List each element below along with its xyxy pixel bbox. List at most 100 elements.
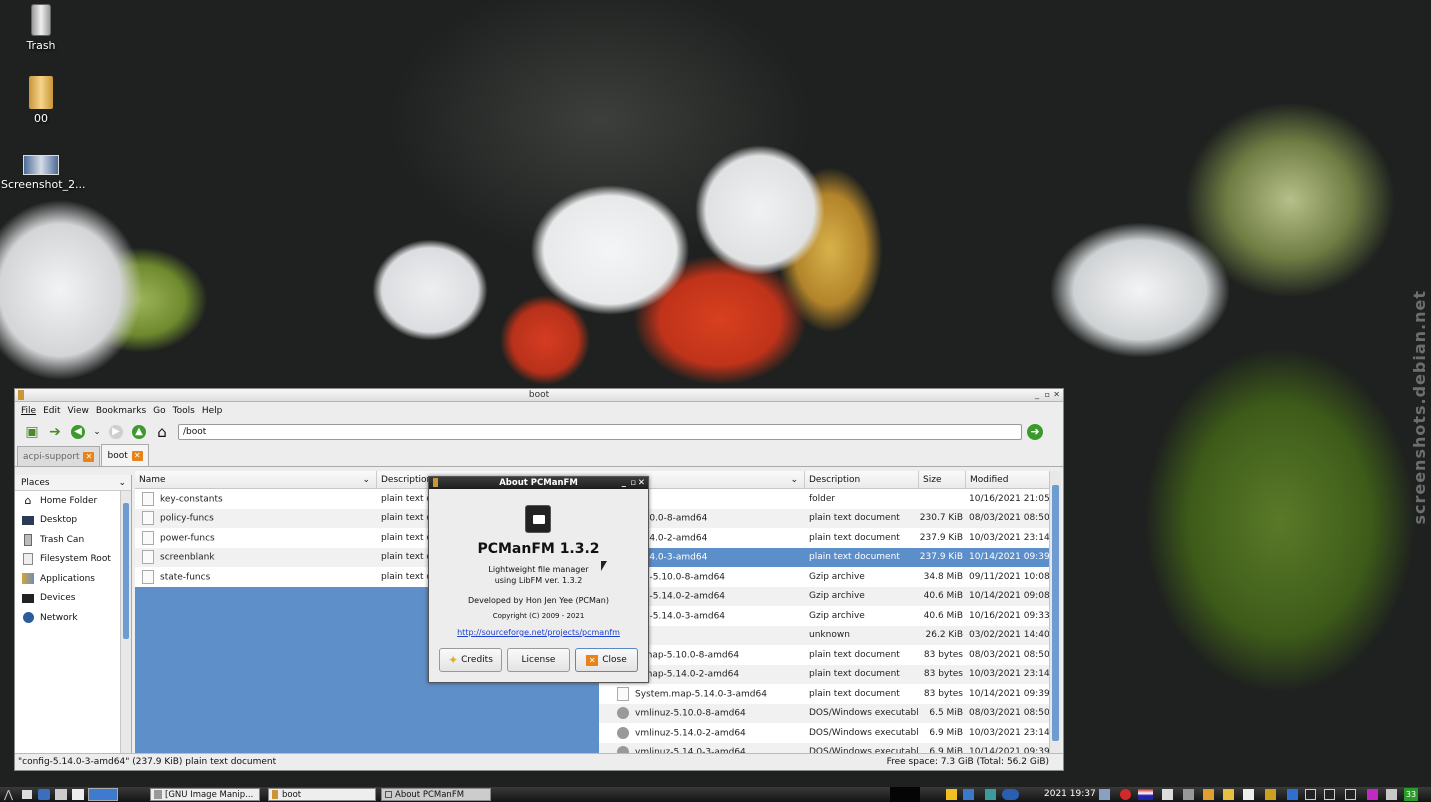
workspace-counter[interactable]: 33 xyxy=(1404,788,1418,801)
workspace-switcher[interactable] xyxy=(88,788,118,801)
column-size[interactable]: Size xyxy=(919,471,966,488)
tray-icon[interactable] xyxy=(985,789,996,800)
menu-view[interactable]: View xyxy=(68,406,89,416)
table-row[interactable]: 5.14.0-2-amd64 plain text document 237.9 K… xyxy=(599,528,1049,548)
sidebar-item-network[interactable]: Network xyxy=(15,608,131,628)
table-row[interactable]: mg-5.14.0-2-amd64 Gzip archive 40.6 MiB 10/… xyxy=(599,586,1049,606)
maximize-icon[interactable]: ▫ xyxy=(630,477,636,489)
text-file-icon xyxy=(142,511,154,526)
file-manager-icon[interactable] xyxy=(38,789,50,800)
table-row[interactable]: n.map-5.10.0-8-amd64 plain text document 8… xyxy=(599,645,1049,665)
forward-icon[interactable]: ▶ xyxy=(107,423,125,441)
tray-icon[interactable] xyxy=(1183,789,1194,800)
task-boot[interactable]: boot xyxy=(268,788,376,801)
browser-icon[interactable] xyxy=(72,789,84,800)
menu-edit[interactable]: Edit xyxy=(43,406,60,416)
start-menu-icon[interactable]: ⋀ xyxy=(4,788,13,801)
terminal-icon[interactable] xyxy=(1324,789,1335,800)
minimize-all-icon[interactable] xyxy=(22,790,32,799)
hp-icon[interactable] xyxy=(1002,789,1019,800)
website-link[interactable]: http://sourceforge.net/projects/pcmanfm xyxy=(429,628,648,637)
credits-button[interactable]: ✦ Credits xyxy=(439,648,502,672)
menu-file[interactable]: File xyxy=(21,406,36,416)
power-icon[interactable] xyxy=(1120,789,1131,800)
table-row[interactable]: mg-5.10.0-8-amd64 Gzip archive 34.8 MiB 09/… xyxy=(599,567,1049,587)
tray-icon[interactable] xyxy=(1386,789,1397,800)
terminal-icon[interactable] xyxy=(55,789,67,800)
tray-icon[interactable] xyxy=(963,789,974,800)
sidebar-item-label: Devices xyxy=(40,593,76,604)
table-row[interactable]: vmlinuz-5.10.0-8-amd64 DOS/Windows execut… xyxy=(599,703,1049,723)
table-row[interactable]: vmlinuz-5.14.0-2-amd64 DOS/Windows execut… xyxy=(599,723,1049,743)
license-button[interactable]: License xyxy=(507,648,570,672)
table-row[interactable]: iskunknown26.2 KiB03/02/2021 14:40 xyxy=(599,625,1049,645)
close-button[interactable]: ✕ Close xyxy=(575,648,638,672)
sidebar-item-filesystem[interactable]: Filesystem Root xyxy=(15,550,131,570)
places-header[interactable]: Places ⌄ xyxy=(15,475,131,491)
table-row[interactable]: n.map-5.14.0-2-amd64 plain text document 8… xyxy=(599,664,1049,684)
home-icon[interactable]: ⌂ xyxy=(153,423,171,441)
task-about-pcmanfm[interactable]: About PCManFM xyxy=(381,788,491,801)
xorg-icon[interactable] xyxy=(1367,789,1378,800)
file-modified: 10/16/2021 21:05 xyxy=(969,493,1049,504)
scrollbar-thumb[interactable] xyxy=(123,503,129,639)
sidebar-item-home[interactable]: ⌂ Home Folder xyxy=(15,491,131,511)
chevron-down-icon[interactable]: ⌄ xyxy=(118,478,126,488)
history-dropdown-icon[interactable]: ⌄ xyxy=(92,423,102,441)
file-scrollbar[interactable] xyxy=(1049,471,1061,755)
column-description[interactable]: Description xyxy=(805,471,919,488)
table-row[interactable]: 5.10.0-8-amd64 plain text document 230.7 K… xyxy=(599,508,1049,528)
scrollbar-thumb[interactable] xyxy=(1052,485,1059,741)
table-row[interactable]: 5.14.0-3-amd64 plain text document 237.9 K… xyxy=(599,547,1049,567)
go-icon[interactable]: ➜ xyxy=(1026,423,1044,441)
table-row[interactable]: System.map-5.14.0-3-amd64 plain text docu… xyxy=(599,684,1049,704)
tray-icon[interactable] xyxy=(1099,789,1110,800)
window-titlebar[interactable]: boot _ ▫ ✕ xyxy=(15,389,1063,402)
dialog-titlebar[interactable]: About PCManFM _ ▫ ✕ xyxy=(429,477,648,489)
tray-icon[interactable] xyxy=(946,789,957,800)
tray-icon[interactable] xyxy=(1265,789,1276,800)
desktop-icon-screenshot[interactable]: Screenshot_2... xyxy=(1,155,86,191)
close-tab-icon[interactable]: ✕ xyxy=(131,450,143,461)
desktop-icon-folder-00[interactable]: 00 xyxy=(1,76,81,125)
menu-tools[interactable]: Tools xyxy=(173,406,195,416)
minimize-icon[interactable]: _ xyxy=(1035,389,1039,401)
tray-icon[interactable] xyxy=(1203,789,1214,800)
clock[interactable]: 2021 19:37 xyxy=(1044,789,1096,799)
table-row[interactable]: mg-5.14.0-3-amd64 Gzip archive 40.6 MiB 10/… xyxy=(599,606,1049,626)
terminal-icon[interactable] xyxy=(1305,789,1316,800)
tab-acpi-support[interactable]: acpi-support ✕ xyxy=(17,446,101,466)
menu-bookmarks[interactable]: Bookmarks xyxy=(96,406,146,416)
tab-boot[interactable]: boot ✕ xyxy=(101,444,149,466)
back-icon[interactable]: ◀ xyxy=(69,423,87,441)
tray-icon[interactable] xyxy=(1223,789,1234,800)
places-scrollbar[interactable] xyxy=(120,491,131,755)
sidebar-item-applications[interactable]: Applications xyxy=(15,569,131,589)
tray-icon[interactable] xyxy=(1243,789,1254,800)
new-window-icon[interactable]: ➔ xyxy=(46,423,64,441)
close-tab-icon[interactable]: ✕ xyxy=(83,451,95,462)
new-tab-icon[interactable]: ▣ xyxy=(23,423,41,441)
menu-go[interactable]: Go xyxy=(153,406,165,416)
sidebar-item-devices[interactable]: Devices xyxy=(15,589,131,609)
up-icon[interactable]: ▲ xyxy=(130,423,148,441)
sidebar-item-trash[interactable]: Trash Can xyxy=(15,530,131,550)
task-gimp[interactable]: [GNU Image Manip... xyxy=(150,788,260,801)
table-row[interactable]: vmlinuz-5.14.0-3-amd64 DOS/Windows execut… xyxy=(599,742,1049,753)
close-icon[interactable]: ✕ xyxy=(1053,389,1060,401)
flag-icon[interactable] xyxy=(1138,789,1153,800)
minimize-icon[interactable]: _ xyxy=(622,477,626,489)
column-name[interactable]: Name ⌄ xyxy=(135,471,377,488)
menu-help[interactable]: Help xyxy=(202,406,223,416)
maximize-icon[interactable]: ▫ xyxy=(1045,389,1050,401)
tray-icon[interactable] xyxy=(1162,789,1173,800)
path-input[interactable]: /boot xyxy=(178,424,1022,440)
close-icon[interactable]: ✕ xyxy=(638,477,645,489)
file-modified: 08/03/2021 08:50 xyxy=(969,649,1049,660)
desktop-icon-trash[interactable]: Trash xyxy=(1,4,81,52)
table-row[interactable]: folder 10/16/2021 21:05 xyxy=(599,489,1049,509)
terminal-icon[interactable] xyxy=(1345,789,1356,800)
tray-icon[interactable] xyxy=(1287,789,1298,800)
column-modified[interactable]: Modified xyxy=(966,471,1049,488)
sidebar-item-desktop[interactable]: Desktop xyxy=(15,511,131,531)
